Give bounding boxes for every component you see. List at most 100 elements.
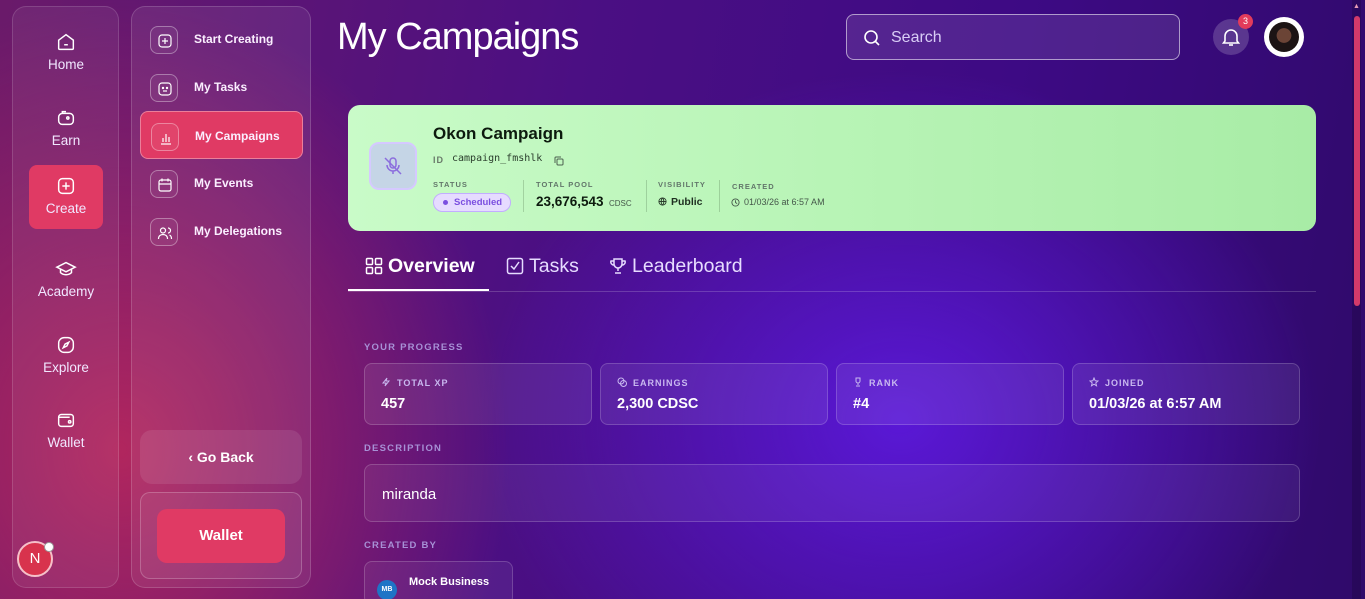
description-text: miranda	[382, 486, 437, 503]
created-value: 01/03/26 at 6:57 AM	[744, 197, 825, 207]
profile-avatar[interactable]	[1264, 17, 1304, 57]
tab-label: Tasks	[529, 255, 579, 277]
description-heading: DESCRIPTION	[364, 443, 443, 454]
wallet-button[interactable]: Wallet	[157, 509, 285, 563]
plus-square-icon	[57, 177, 75, 195]
online-status-dot	[44, 542, 54, 552]
search-input[interactable]	[891, 25, 1161, 51]
rail-label: Create	[45, 201, 87, 216]
total-pool-label: TOTAL POOL	[536, 180, 594, 189]
stat-label: EARNINGS	[633, 378, 689, 388]
tab-overview[interactable]: Overview	[365, 255, 485, 291]
stat-value: #4	[853, 396, 870, 412]
profile-photo	[1269, 22, 1299, 52]
piggy-bank-icon	[57, 110, 75, 126]
wallet-card: Wallet	[140, 492, 302, 579]
clock-icon	[731, 198, 740, 207]
star-icon	[1089, 377, 1099, 387]
chevron-left-icon: ‹	[188, 449, 193, 465]
scrollbar-thumb[interactable]	[1354, 16, 1360, 306]
total-pool-unit: CDSC	[609, 199, 632, 208]
subnav-item-my-tasks[interactable]: My Tasks	[140, 63, 303, 111]
divider	[719, 180, 720, 212]
smiley-square-icon	[158, 82, 172, 96]
subnav-item-my-events[interactable]: My Events	[140, 159, 303, 207]
tab-label: Overview	[388, 255, 475, 277]
tabs-divider	[348, 291, 1316, 292]
checkbox-icon	[506, 257, 524, 275]
rail-label: Academy	[37, 284, 95, 299]
created-label: CREATED	[732, 182, 775, 191]
icon-rail: Home Earn Create Academy Explore Wallet …	[12, 6, 119, 588]
page-title: My Campaigns	[337, 16, 579, 58]
stat-label: TOTAL XP	[397, 378, 449, 388]
campaign-logo	[369, 142, 417, 190]
lightning-icon	[381, 377, 391, 387]
subnav-label: My Campaigns	[195, 129, 280, 143]
go-back-button[interactable]: ‹ Go Back	[140, 430, 302, 484]
stat-value: 457	[381, 396, 406, 412]
wallet-icon	[57, 413, 75, 428]
plus-square-icon	[158, 34, 172, 48]
tab-label: Leaderboard	[632, 255, 743, 277]
rail-item-explore[interactable]: Explore	[29, 322, 103, 386]
divider	[523, 180, 524, 212]
visibility-value: Public	[671, 196, 703, 208]
tab-tasks[interactable]: Tasks	[506, 255, 586, 291]
subnav-label: My Tasks	[194, 80, 248, 94]
compass-icon	[57, 336, 75, 354]
stat-label: JOINED	[1105, 378, 1145, 388]
bar-chart-icon	[161, 134, 171, 145]
bell-icon	[1222, 29, 1240, 46]
stat-value: 01/03/26 at 6:57 AM	[1089, 396, 1222, 412]
rail-item-earn[interactable]: Earn	[29, 95, 103, 159]
creator-name: Mock Business	[409, 576, 490, 588]
muted-mic-icon	[384, 157, 402, 175]
subnav-item-my-delegations[interactable]: My Delegations	[140, 207, 303, 255]
rail-item-wallet[interactable]: Wallet	[29, 397, 103, 461]
active-tab-indicator	[348, 289, 489, 291]
search-box[interactable]	[846, 14, 1180, 60]
status-label: STATUS	[433, 180, 468, 189]
subnav-label: Start Creating	[194, 32, 274, 46]
description-box: miranda	[364, 464, 1300, 522]
graduation-cap-icon	[55, 261, 77, 276]
campaign-name: Okon Campaign	[433, 124, 564, 143]
trophy-icon	[610, 258, 626, 274]
rail-label: Explore	[43, 360, 89, 375]
rail-item-academy[interactable]: Academy	[29, 246, 103, 310]
subnav-item-start-creating[interactable]: Start Creating	[140, 15, 303, 63]
campaign-id-label: ID	[433, 155, 444, 165]
campaign-id: campaign_fmshlk	[452, 153, 543, 164]
subnav-label: My Delegations	[194, 224, 283, 238]
stat-value: 2,300 CDSC	[617, 396, 699, 412]
rail-label: Home	[47, 57, 84, 72]
scroll-up-arrow-icon[interactable]: ▲	[1353, 3, 1360, 10]
go-back-label: Go Back	[196, 449, 254, 465]
users-icon	[157, 227, 173, 240]
creator-card[interactable]: MB Mock Business	[364, 561, 513, 599]
trophy-icon	[855, 377, 861, 387]
status-badge: Scheduled	[433, 193, 512, 212]
grid-icon	[365, 257, 383, 275]
visibility-label: VISIBILITY	[658, 180, 706, 189]
creator-avatar: MB	[377, 580, 397, 599]
home-icon	[57, 33, 75, 51]
rail-label: Wallet	[47, 435, 85, 450]
notification-badge: 3	[1238, 14, 1253, 29]
tab-leaderboard[interactable]: Leaderboard	[609, 255, 759, 291]
rail-item-home[interactable]: Home	[29, 19, 103, 83]
rail-label: Earn	[51, 133, 81, 148]
divider	[646, 180, 647, 212]
globe-icon	[658, 197, 667, 206]
stat-card-earnings: EARNINGS 2,300 CDSC	[600, 363, 828, 425]
calendar-icon	[158, 178, 172, 192]
your-progress-heading: YOUR PROGRESS	[364, 342, 464, 353]
subnav-item-my-campaigns[interactable]: My Campaigns	[140, 111, 303, 159]
stat-card-joined: JOINED 01/03/26 at 6:57 AM	[1072, 363, 1300, 425]
coins-icon	[617, 377, 627, 387]
rail-item-create[interactable]: Create	[29, 165, 103, 229]
campaign-card: Okon Campaign ID campaign_fmshlk STATUS …	[348, 105, 1316, 231]
copy-icon[interactable]	[554, 156, 564, 166]
created-by-heading: CREATED BY	[364, 540, 438, 551]
